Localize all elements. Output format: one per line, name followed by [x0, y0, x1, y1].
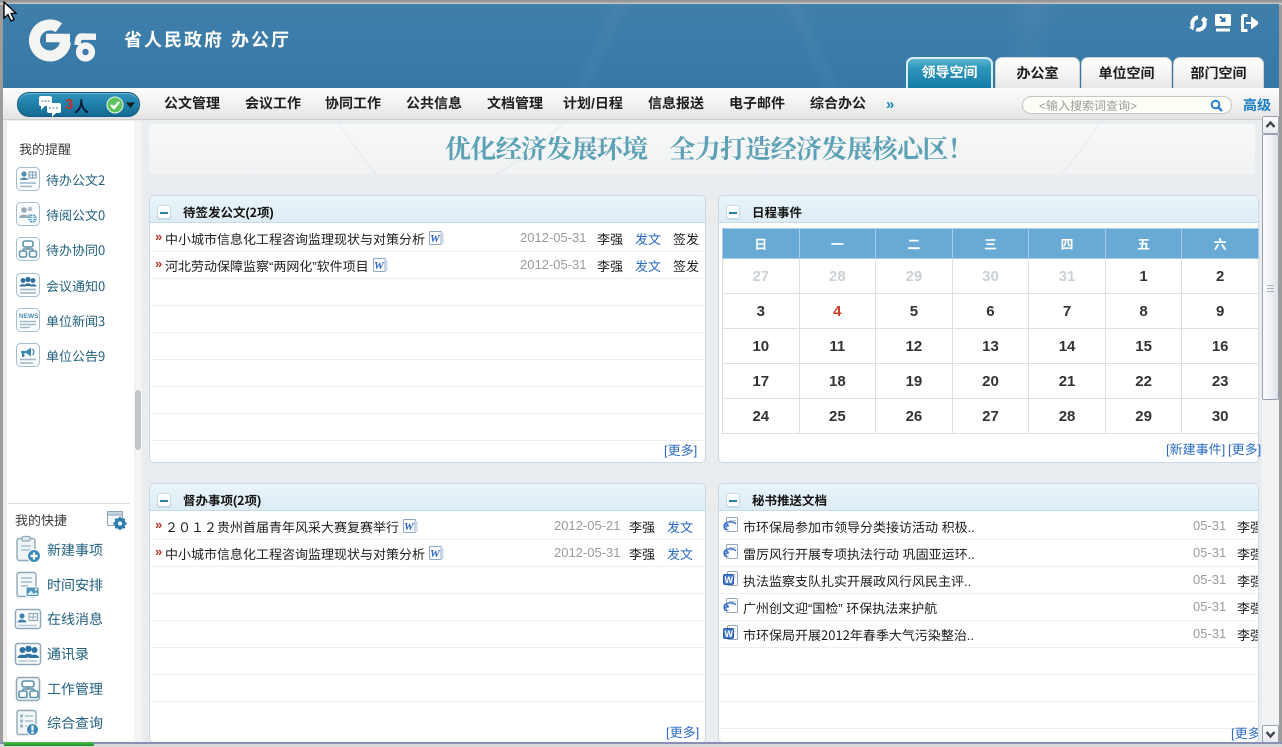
- svg-text:NEWS: NEWS: [19, 313, 39, 320]
- svg-text:W: W: [430, 233, 441, 245]
- svg-text:W: W: [430, 548, 441, 560]
- svg-text:e: e: [723, 600, 729, 614]
- svg-text:e: e: [723, 519, 729, 533]
- svg-text:W: W: [404, 521, 415, 533]
- svg-text:W: W: [725, 575, 734, 585]
- svg-text:e: e: [723, 546, 729, 560]
- svg-text:W: W: [374, 260, 385, 272]
- svg-text:W: W: [725, 629, 734, 639]
